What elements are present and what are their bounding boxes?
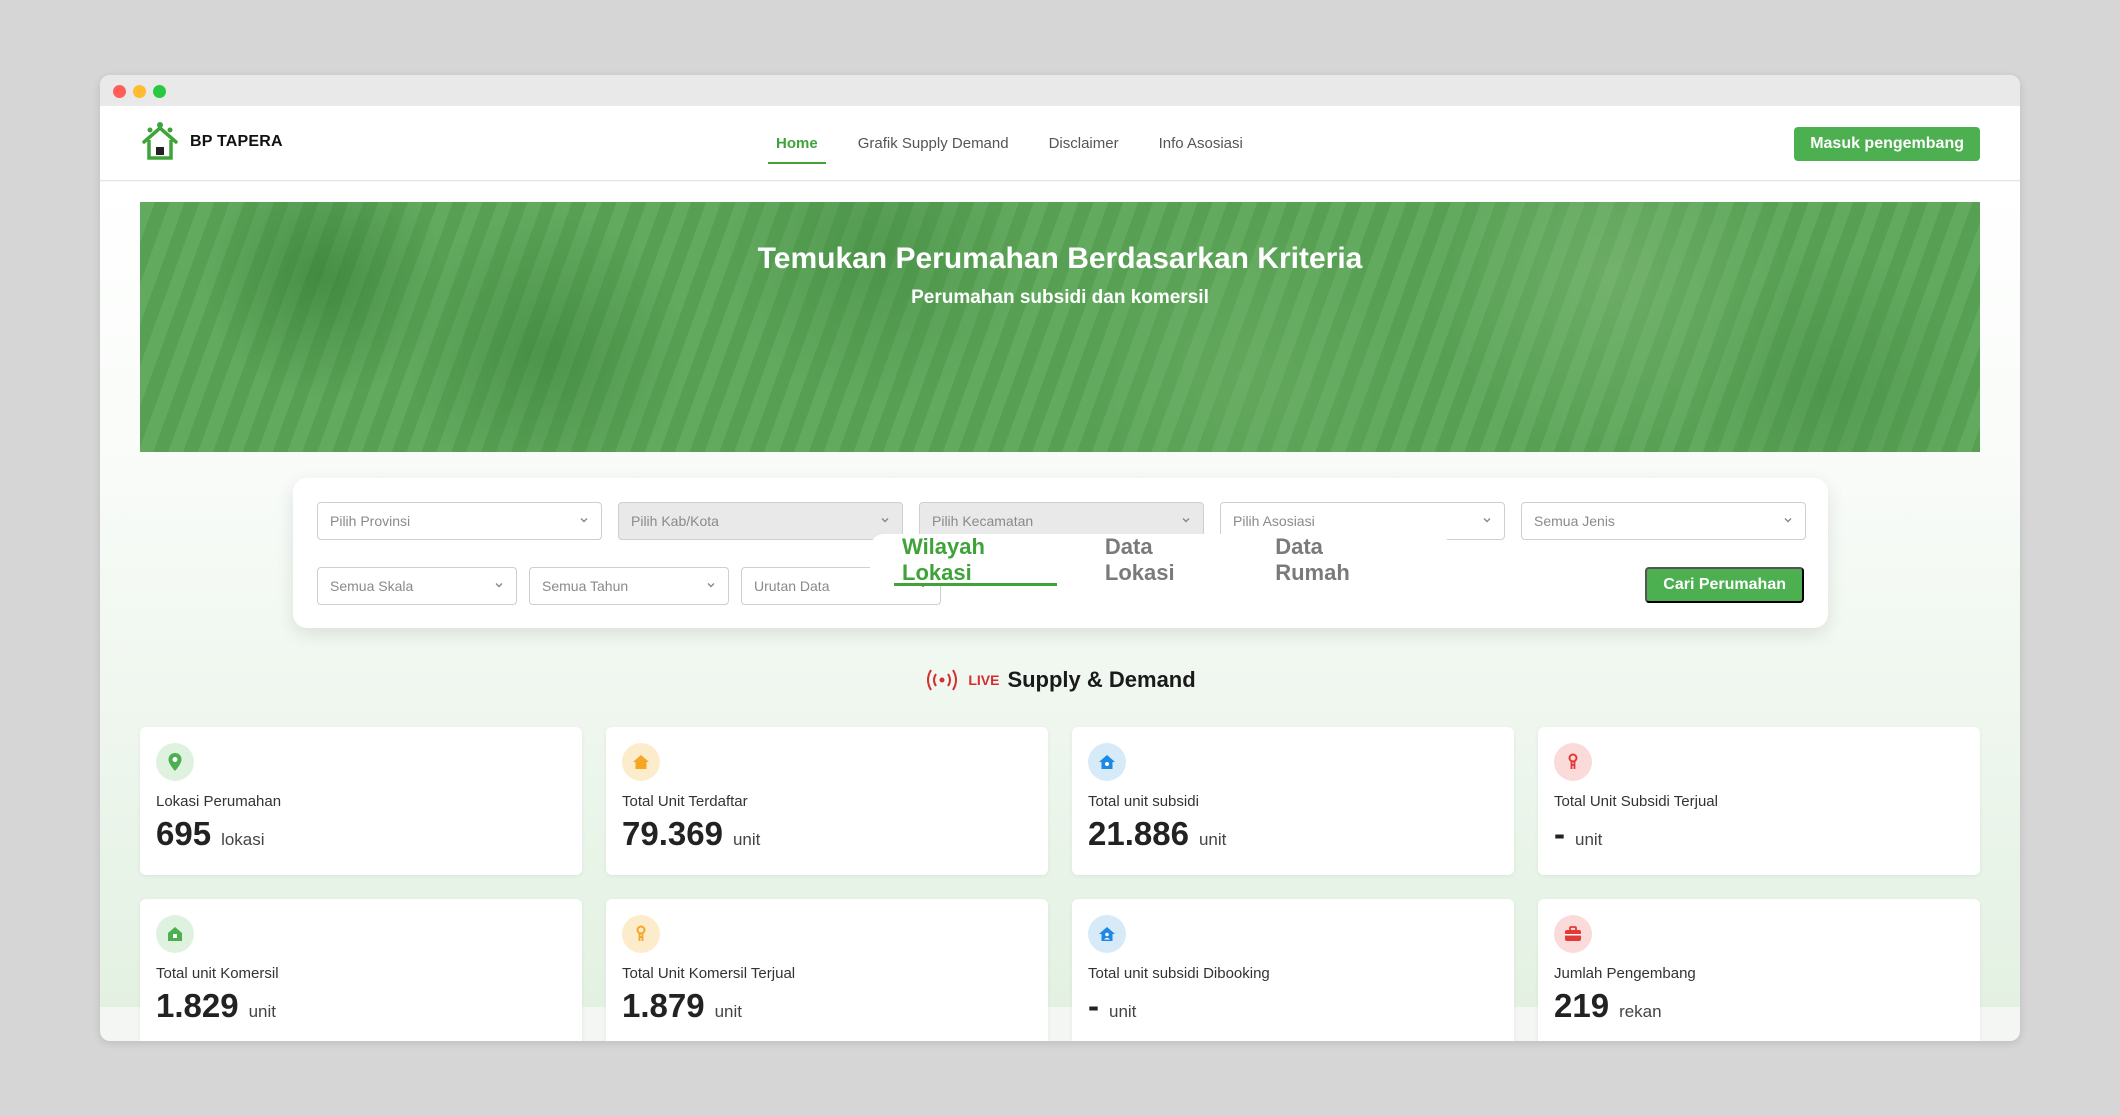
stat-value: 695 — [156, 815, 212, 852]
tahun-select[interactable]: Semua Tahun — [529, 567, 729, 605]
brand-logo[interactable]: BP TAPERA — [138, 120, 283, 164]
tab-data-rumah[interactable]: Data Rumah — [1275, 534, 1394, 586]
supply-demand-title: Supply & Demand — [1007, 667, 1196, 692]
nav-home[interactable]: Home — [768, 106, 826, 181]
stat-card-total-unit-terdaftar: Total Unit Terdaftar 79.369 unit — [606, 727, 1048, 875]
key-icon — [1554, 743, 1592, 781]
search-tabs: Wilayah Lokasi Data Lokasi Data Rumah — [870, 534, 1450, 586]
stat-unit: unit — [248, 1002, 277, 1021]
stat-unit: rekan — [1619, 1002, 1662, 1021]
stat-card-total-unit-komersil-terjual: Total Unit Komersil Terjual 1.879 unit — [606, 899, 1048, 1041]
jenis-select-value: Semua Jenis — [1534, 513, 1615, 529]
stat-unit: unit — [1575, 830, 1603, 849]
stat-label: Jumlah Pengembang — [1554, 965, 1696, 982]
stat-card-total-unit-subsidi-dibooking: Total unit subsidi Dibooking - unit — [1072, 899, 1514, 1041]
chevron-down-icon — [495, 583, 503, 588]
main-nav: Home Grafik Supply Demand Disclaimer Inf… — [768, 106, 1283, 181]
navbar: BP TAPERA Home Grafik Supply Demand Disc… — [100, 106, 2020, 181]
chevron-down-icon — [881, 518, 889, 523]
stat-unit: unit — [714, 1002, 743, 1021]
house-star-icon — [1088, 743, 1126, 781]
home-building-icon — [156, 915, 194, 953]
kabkota-select[interactable]: Pilih Kab/Kota — [618, 502, 903, 540]
stat-label: Total unit Komersil — [156, 965, 279, 982]
stat-label: Total unit subsidi Dibooking — [1088, 965, 1270, 982]
masuk-pengembang-button[interactable]: Masuk pengembang — [1794, 127, 1980, 161]
stat-value: 21.886 — [1088, 815, 1189, 852]
house-icon — [622, 743, 660, 781]
browser-window: BP TAPERA Home Grafik Supply Demand Disc… — [100, 75, 2020, 1041]
stat-value: - — [1554, 815, 1565, 852]
stat-card-total-unit-komersil: Total unit Komersil 1.829 unit — [140, 899, 582, 1041]
hero-banner: Temukan Perumahan Berdasarkan Kriteria P… — [140, 202, 1980, 452]
nav-info-asosiasi[interactable]: Info Asosiasi — [1159, 106, 1243, 181]
maximize-window-button[interactable] — [153, 85, 166, 98]
stat-card-total-unit-subsidi-terjual: Total Unit Subsidi Terjual - unit — [1538, 727, 1980, 875]
cari-perumahan-button[interactable]: Cari Perumahan — [1645, 567, 1804, 603]
window-titlebar — [100, 75, 2020, 106]
house-logo-icon — [142, 122, 178, 160]
stat-value: 1.879 — [622, 987, 705, 1024]
stat-label: Total Unit Terdaftar — [622, 793, 748, 810]
tahun-select-value: Semua Tahun — [542, 578, 629, 594]
hero-subtitle: Perumahan subsidi dan komersil — [911, 287, 1209, 308]
tab-data-lokasi[interactable]: Data Lokasi — [1105, 534, 1219, 586]
stat-value: 219 — [1554, 987, 1610, 1024]
stat-label: Total Unit Subsidi Terjual — [1554, 793, 1718, 810]
skala-select-value: Semua Skala — [330, 578, 414, 594]
stat-value: 1.829 — [156, 987, 239, 1024]
key-icon — [622, 915, 660, 953]
stat-value: 79.369 — [622, 815, 723, 852]
stat-unit: unit — [732, 830, 761, 849]
urutan-select-value: Urutan Data — [754, 578, 830, 594]
house-user-icon — [1088, 915, 1126, 953]
stat-unit: unit — [1109, 1002, 1137, 1021]
map-pin-icon — [156, 743, 194, 781]
provinsi-select-value: Pilih Provinsi — [330, 513, 411, 529]
brand-name: BP TAPERA — [190, 133, 283, 150]
stat-label: Total unit subsidi — [1088, 793, 1199, 810]
stat-unit: lokasi — [221, 830, 265, 849]
stat-card-total-unit-subsidi: Total unit subsidi 21.886 unit — [1072, 727, 1514, 875]
stat-card-jumlah-pengembang: Jumlah Pengembang 219 rekan — [1538, 899, 1980, 1041]
nav-disclaimer[interactable]: Disclaimer — [1049, 106, 1119, 181]
live-broadcast-icon — [927, 669, 958, 691]
kecamatan-select-value: Pilih Kecamatan — [932, 513, 1034, 529]
stat-card-lokasi-perumahan: Lokasi Perumahan 695 lokasi — [140, 727, 582, 875]
chevron-down-icon — [707, 583, 715, 588]
stat-value: - — [1088, 987, 1099, 1024]
chevron-down-icon — [1182, 518, 1190, 523]
main-content: Temukan Perumahan Berdasarkan Kriteria P… — [100, 182, 2020, 1041]
chevron-down-icon — [580, 518, 588, 523]
chevron-down-icon — [1784, 518, 1792, 523]
tab-wilayah-lokasi[interactable]: Wilayah Lokasi — [894, 534, 1057, 586]
minimize-window-button[interactable] — [133, 85, 146, 98]
provinsi-select[interactable]: Pilih Provinsi — [317, 502, 602, 540]
jenis-select[interactable]: Semua Jenis — [1521, 502, 1806, 540]
stat-label: Total Unit Komersil Terjual — [622, 965, 796, 982]
skala-select[interactable]: Semua Skala — [317, 567, 517, 605]
stat-unit: unit — [1198, 830, 1227, 849]
hero-title: Temukan Perumahan Berdasarkan Kriteria — [757, 242, 1363, 275]
kabkota-select-value: Pilih Kab/Kota — [631, 513, 719, 529]
briefcase-icon — [1554, 915, 1592, 953]
stat-label: Lokasi Perumahan — [156, 793, 282, 810]
nav-grafik-supply-demand[interactable]: Grafik Supply Demand — [858, 106, 1009, 181]
live-badge: LIVE — [968, 672, 1000, 688]
asosiasi-select-value: Pilih Asosiasi — [1233, 513, 1315, 529]
live-header: LIVE Supply & Demand — [100, 667, 2020, 693]
chevron-down-icon — [1483, 518, 1491, 523]
close-window-button[interactable] — [113, 85, 126, 98]
